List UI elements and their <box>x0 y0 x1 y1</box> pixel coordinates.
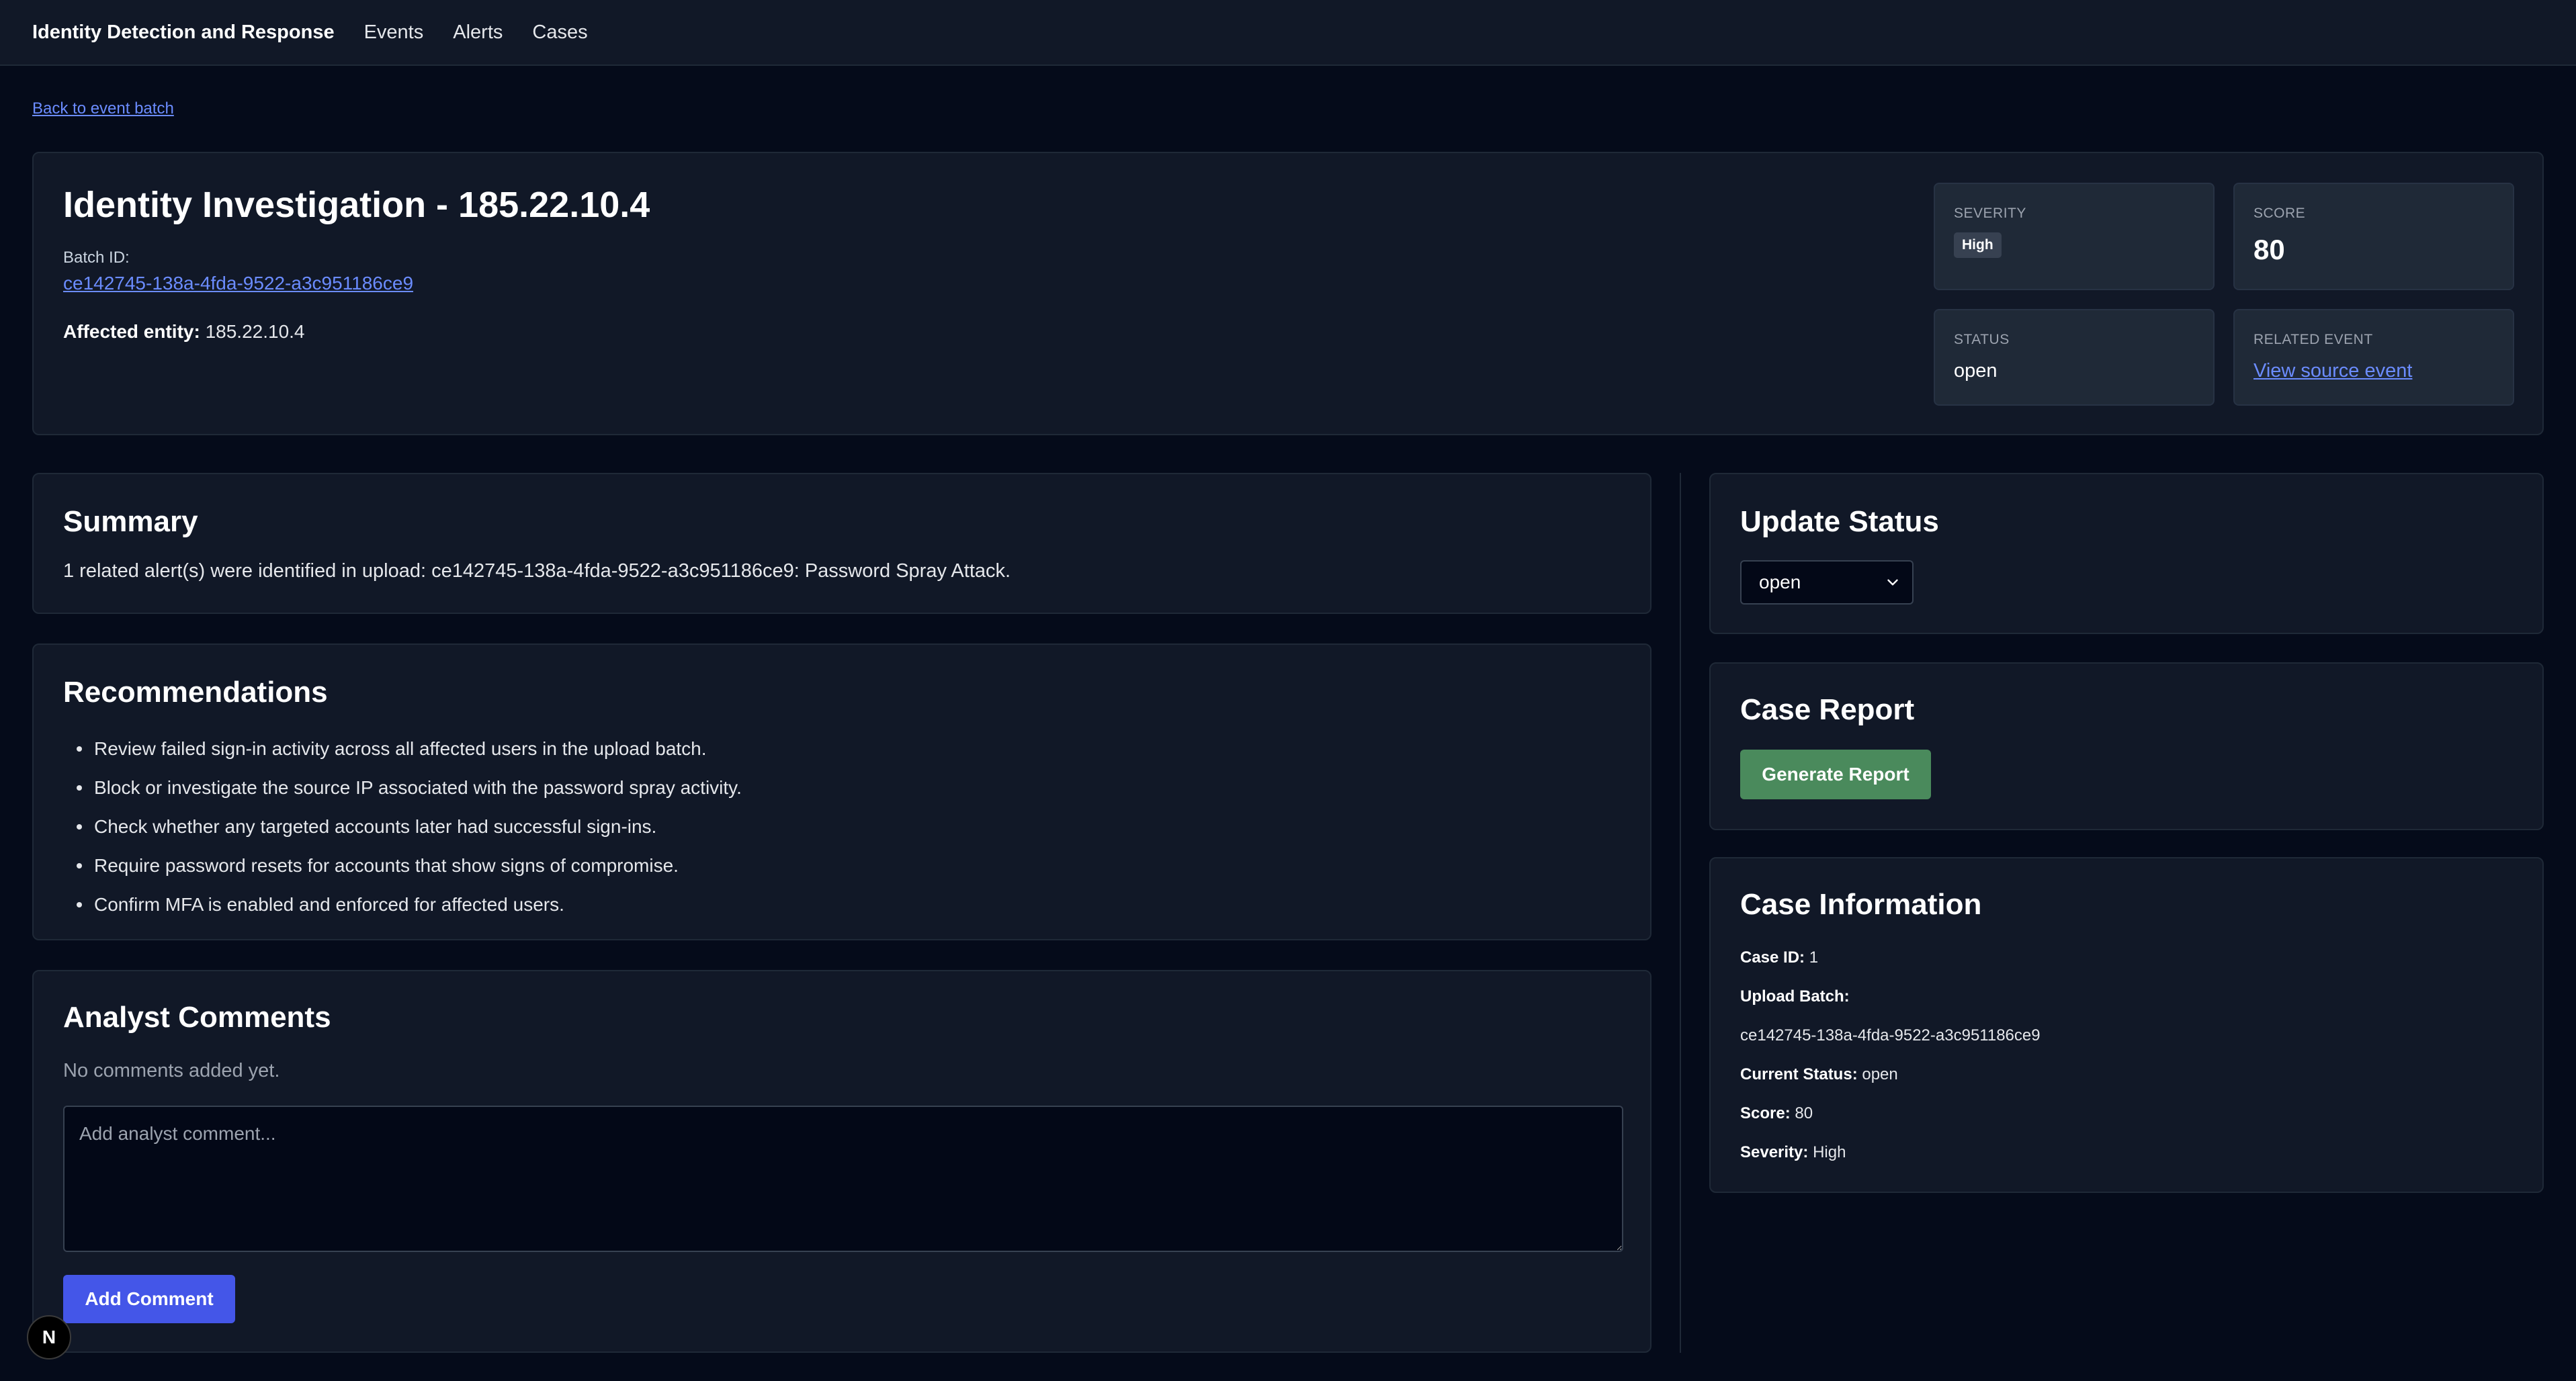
status-label: STATUS <box>1954 332 2010 347</box>
score-label: SCORE <box>2253 206 2306 221</box>
status-value: open <box>1954 360 1998 382</box>
recommendation-text: Confirm MFA is enabled and enforced for … <box>94 894 564 915</box>
score-row-label: Score: <box>1740 1104 1791 1122</box>
column-divider <box>1680 473 1681 1353</box>
batch-id-label: Batch ID: <box>63 249 130 267</box>
severity-badge: High <box>1954 232 2002 258</box>
investigation-header-card: Identity Investigation - 185.22.10.4 Bat… <box>32 152 2544 435</box>
status-select[interactable]: open <box>1740 560 1914 605</box>
case-report-title: Case Report <box>1740 693 1915 726</box>
analyst-comments-title: Analyst Comments <box>63 1001 331 1034</box>
case-information-card: Case Information Case ID: 1 Upload Batch… <box>1709 857 2544 1193</box>
list-item: Review failed sign-in activity across al… <box>63 729 742 768</box>
nav-alerts[interactable]: Alerts <box>453 21 503 44</box>
list-item: Require password resets for accounts tha… <box>63 846 742 885</box>
batch-id-link[interactable]: ce142745-138a-4fda-9522-a3c951186ce9 <box>63 273 413 294</box>
nav-cases[interactable]: Cases <box>532 21 587 44</box>
upload-batch-value: ce142745-138a-4fda-9522-a3c951186ce9 <box>1740 1026 2041 1044</box>
affected-entity-value: 185.22.10.4 <box>205 321 305 342</box>
nav-events[interactable]: Events <box>364 21 424 44</box>
summary-title: Summary <box>63 505 198 538</box>
back-to-batch-link[interactable]: Back to event batch <box>32 99 174 118</box>
analyst-comment-input[interactable] <box>63 1106 1623 1252</box>
summary-text: 1 related alert(s) were identified in up… <box>63 560 1011 582</box>
status-select-value: open <box>1759 572 1801 592</box>
bullet-icon <box>77 746 82 752</box>
severity-label: SEVERITY <box>1954 206 2026 221</box>
recommendation-text: Review failed sign-in activity across al… <box>94 738 707 759</box>
brand-title[interactable]: Identity Detection and Response <box>32 21 335 44</box>
upload-batch-row: Upload Batch: <box>1740 987 1850 1006</box>
upload-batch-label: Upload Batch: <box>1740 987 1850 1006</box>
recommendations-card: Recommendations Review failed sign-in ac… <box>32 643 1651 940</box>
list-item: Check whether any targeted accounts late… <box>63 807 742 846</box>
bullet-icon <box>77 785 82 791</box>
case-id-value: 1 <box>1809 948 1819 967</box>
affected-entity-label: Affected entity: <box>63 321 200 342</box>
severity-row-label: Severity: <box>1740 1143 1809 1161</box>
top-nav: Identity Detection and Response Events A… <box>0 0 2576 66</box>
recommendations-title: Recommendations <box>63 676 328 709</box>
score-stat: SCORE 80 <box>2233 183 2514 290</box>
severity-stat: SEVERITY High <box>1934 183 2215 290</box>
update-status-title: Update Status <box>1740 505 1939 538</box>
view-source-event-link[interactable]: View source event <box>2253 360 2412 382</box>
recommendation-text: Check whether any targeted accounts late… <box>94 816 657 837</box>
case-id-label: Case ID: <box>1740 948 1805 967</box>
recommendations-list: Review failed sign-in activity across al… <box>63 729 742 924</box>
status-stat: STATUS open <box>1934 309 2215 406</box>
chevron-down-icon <box>1887 579 1898 586</box>
related-event-stat: RELATED EVENT View source event <box>2233 309 2514 406</box>
current-status-row: Current Status: open <box>1740 1065 1898 1084</box>
list-item: Confirm MFA is enabled and enforced for … <box>63 885 742 924</box>
related-event-label: RELATED EVENT <box>2253 332 2373 347</box>
recommendation-text: Require password resets for accounts tha… <box>94 855 679 876</box>
score-row-value: 80 <box>1795 1104 1813 1122</box>
add-comment-button[interactable]: Add Comment <box>63 1275 235 1323</box>
update-status-card: Update Status open <box>1709 473 2544 634</box>
current-status-label: Current Status: <box>1740 1065 1858 1083</box>
list-item: Block or investigate the source IP assoc… <box>63 768 742 807</box>
framework-badge-button[interactable]: N <box>27 1315 71 1360</box>
score-row: Score: 80 <box>1740 1104 1813 1123</box>
case-id-row: Case ID: 1 <box>1740 948 1818 967</box>
recommendation-text: Block or investigate the source IP assoc… <box>94 777 742 798</box>
affected-entity: Affected entity: 185.22.10.4 <box>63 321 305 343</box>
no-comments-text: No comments added yet. <box>63 1060 280 1081</box>
bullet-icon <box>77 863 82 868</box>
bullet-icon <box>77 902 82 907</box>
generate-report-button[interactable]: Generate Report <box>1740 750 1931 799</box>
severity-row-value: High <box>1813 1143 1846 1161</box>
n-logo-icon: N <box>42 1327 56 1347</box>
severity-row: Severity: High <box>1740 1143 1846 1162</box>
summary-card: Summary 1 related alert(s) were identifi… <box>32 473 1651 614</box>
case-report-card: Case Report Generate Report <box>1709 662 2544 830</box>
current-status-value: open <box>1862 1065 1898 1083</box>
case-information-title: Case Information <box>1740 888 1982 921</box>
analyst-comments-card: Analyst Comments No comments added yet. … <box>32 970 1651 1353</box>
score-value: 80 <box>2253 234 2285 265</box>
bullet-icon <box>77 824 82 830</box>
page-title: Identity Investigation - 185.22.10.4 <box>63 185 650 225</box>
